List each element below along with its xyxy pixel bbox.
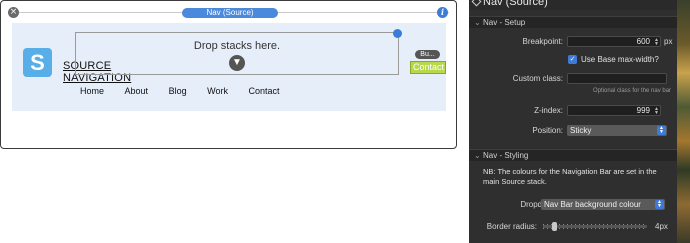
- nav-link-contact[interactable]: Contact: [248, 86, 279, 96]
- drop-zone-badge-icon[interactable]: [393, 29, 402, 38]
- section-nav-styling[interactable]: ⌄ Nav - Styling: [469, 149, 677, 161]
- stack-drop-zone[interactable]: Drop stacks here. ▼: [75, 29, 402, 75]
- section-label: Nav - Styling: [483, 151, 529, 160]
- position-select[interactable]: Sticky ▲ ▼: [567, 125, 667, 136]
- section-nav-setup[interactable]: ⌄ Nav - Setup: [469, 16, 677, 28]
- breakpoint-value: 600: [636, 37, 650, 46]
- nav-bar-preview: S SOURCE NAVIGATION Drop stacks here. ▼ …: [12, 23, 446, 111]
- position-label: Position:: [532, 126, 563, 135]
- stepper-icon[interactable]: ▲ ▼: [654, 38, 659, 47]
- stack-icon: [471, 0, 482, 7]
- nav-links: Home About Blog Work Contact: [80, 86, 298, 96]
- button-stack-pill[interactable]: Bu...: [415, 50, 440, 59]
- zindex-label: Z-index:: [534, 106, 563, 115]
- base-max-width-label: Use Base max-width?: [581, 55, 659, 64]
- breakpoint-unit: px: [664, 37, 673, 46]
- zindex-input[interactable]: 999 ▲ ▼: [567, 105, 661, 116]
- nav-link-blog[interactable]: Blog: [169, 86, 187, 96]
- drop-zone-label: Drop stacks here.: [193, 40, 281, 52]
- stack-topbar: × Nav (Source) i: [1, 1, 456, 23]
- custom-class-label: Custom class:: [512, 74, 563, 83]
- logo: S: [23, 48, 52, 77]
- inspector-header: Nav (Source): [469, 0, 677, 10]
- chevron-down-icon: ⌄: [474, 151, 481, 160]
- arrow-down-icon: ▼: [229, 55, 245, 71]
- custom-class-input[interactable]: [567, 73, 667, 84]
- border-radius-label: Border radius:: [486, 222, 537, 231]
- breakpoint-label: Breakpoint:: [522, 37, 563, 46]
- stepper-icon[interactable]: ▲ ▼: [654, 107, 659, 116]
- zindex-value: 999: [636, 106, 650, 115]
- inspector-panel: Nav (Source) ⌄ Nav - Setup Breakpoint: 6…: [469, 0, 677, 243]
- section-label: Nav - Setup: [483, 18, 526, 27]
- chevron-down-icon: ⌄: [474, 18, 481, 27]
- dropdowns-value: Nav Bar background colour: [544, 200, 641, 209]
- base-max-width-checkbox[interactable]: ✓: [568, 55, 577, 64]
- styling-note: NB: The colours for the Navigation Bar a…: [483, 167, 657, 186]
- slider-knob[interactable]: [552, 222, 557, 231]
- border-radius-slider[interactable]: [543, 225, 647, 228]
- background-photo: [677, 0, 690, 243]
- nav-link-about[interactable]: About: [125, 86, 149, 96]
- app-root: × Nav (Source) i S SOURCE NAVIGATION Dro…: [0, 0, 690, 243]
- close-icon[interactable]: ×: [8, 7, 19, 18]
- nav-link-work[interactable]: Work: [207, 86, 228, 96]
- info-icon[interactable]: i: [437, 7, 448, 18]
- logo-letter: S: [30, 50, 45, 75]
- nav-link-home[interactable]: Home: [80, 86, 104, 96]
- breakpoint-input[interactable]: 600 ▲ ▼: [567, 36, 661, 47]
- inspector-title: Nav (Source): [483, 0, 548, 8]
- custom-class-hint: Optional class for the nav bar: [593, 88, 672, 94]
- select-arrows-icon: ▲ ▼: [657, 126, 666, 135]
- stack-title-pill[interactable]: Nav (Source): [182, 8, 278, 18]
- position-value: Sticky: [570, 126, 592, 135]
- border-radius-value: 4px: [655, 222, 668, 231]
- select-arrows-icon: ▲ ▼: [655, 200, 664, 209]
- contact-button[interactable]: Contact: [410, 61, 446, 74]
- dropdowns-select[interactable]: Nav Bar background colour ▲ ▼: [541, 199, 665, 210]
- nav-stack-editor[interactable]: × Nav (Source) i S SOURCE NAVIGATION Dro…: [0, 0, 457, 149]
